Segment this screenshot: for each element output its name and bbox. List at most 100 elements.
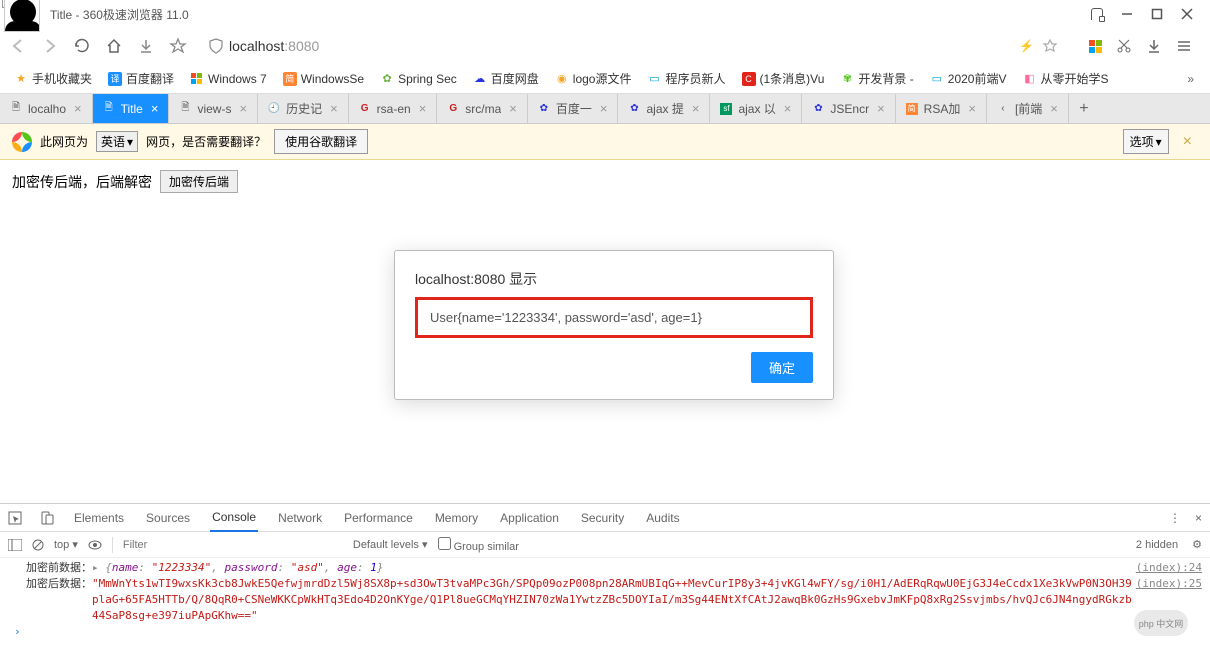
panel-toggle-icon[interactable] [1090, 7, 1104, 21]
encrypt-button[interactable]: 加密传后端 [160, 170, 238, 193]
devtools-close-icon[interactable]: × [1195, 511, 1202, 525]
apps-icon[interactable] [1089, 40, 1102, 53]
bilibili-icon: ▭ [930, 72, 944, 86]
bookmark-item[interactable]: ▭2020前端V [924, 67, 1013, 91]
stop-download-button[interactable] [136, 36, 156, 56]
forward-button[interactable] [40, 36, 60, 56]
chevron-icon: ‹ [997, 103, 1009, 115]
close-button[interactable] [1180, 7, 1194, 21]
devtools-tab-console[interactable]: Console [210, 504, 258, 532]
devtools-tab-performance[interactable]: Performance [342, 504, 415, 532]
tab[interactable]: sfajax 以× [710, 94, 802, 123]
home-button[interactable] [104, 36, 124, 56]
devtools-tab-security[interactable]: Security [579, 504, 626, 532]
page-heading: 加密传后端，后端解密 [12, 172, 152, 192]
clear-console-icon[interactable] [32, 539, 44, 551]
tab-close-icon[interactable]: × [784, 101, 792, 116]
devtools-tab-memory[interactable]: Memory [433, 504, 480, 532]
bookmark-item[interactable]: ☁百度网盘 [467, 67, 545, 91]
maximize-button[interactable] [1150, 7, 1164, 21]
tab-close-icon[interactable]: × [151, 101, 159, 116]
baidu-icon: ✿ [628, 103, 640, 115]
tab[interactable]: Gsrc/ma× [437, 94, 528, 123]
bookmark-item[interactable]: ▭程序员新人 [642, 67, 732, 91]
tab-close-icon[interactable]: × [600, 101, 608, 116]
tab[interactable]: 🗎localho× [0, 94, 93, 123]
download-icon[interactable] [1146, 38, 1162, 54]
bookmark-item[interactable]: Windows 7 [184, 67, 273, 91]
bookmark-item[interactable]: ★手机收藏夹 [8, 67, 98, 91]
reload-button[interactable] [72, 36, 92, 56]
console-output: 加密前数据： ▸ {name: "1223334", password: "as… [0, 558, 1210, 642]
tab[interactable]: ✿JSEncr× [802, 94, 895, 123]
new-tab-button[interactable]: + [1069, 94, 1099, 123]
devtools-tab-audits[interactable]: Audits [644, 504, 681, 532]
tab-label: Title [121, 102, 143, 116]
bookmark-item[interactable]: ✾开发背景 - [834, 67, 919, 91]
profile-avatar[interactable]: 社 [4, 0, 40, 32]
tab-close-icon[interactable]: × [692, 101, 700, 116]
tab-close-icon[interactable]: × [239, 101, 247, 116]
devtools-tab-network[interactable]: Network [276, 504, 324, 532]
devtools-more-icon[interactable]: ⋮ [1169, 511, 1181, 525]
translate-close-icon[interactable]: × [1177, 133, 1198, 151]
language-select[interactable]: 英语▾ [96, 131, 138, 152]
tab[interactable]: 🕘历史记× [258, 94, 349, 123]
group-similar-checkbox[interactable]: Group similar [438, 537, 519, 553]
tab-close-icon[interactable]: × [968, 101, 976, 116]
baidu-icon: ☁ [473, 72, 487, 86]
inspect-icon[interactable] [8, 511, 22, 525]
tab[interactable]: 🗎view-s× [169, 94, 258, 123]
context-select[interactable]: top ▾ [54, 538, 78, 551]
tab[interactable]: 🗎Title× [93, 94, 170, 123]
device-icon[interactable] [40, 511, 54, 525]
source-link[interactable]: (index):25 [1136, 576, 1202, 592]
bookmark-item[interactable]: ◉logo源文件 [549, 67, 638, 91]
bookmark-item[interactable]: 译百度翻译 [102, 67, 180, 91]
console-filter-input[interactable] [123, 539, 343, 551]
translate-button[interactable]: 使用谷歌翻译 [274, 129, 368, 154]
source-link[interactable]: (index):24 [1136, 560, 1202, 576]
bookmark-item[interactable]: C(1条消息)Vu [736, 67, 831, 91]
devtools-tab-application[interactable]: Application [498, 504, 561, 532]
lightning-icon[interactable]: ⚡ [1019, 39, 1034, 53]
minimize-button[interactable] [1120, 7, 1134, 21]
tab-close-icon[interactable]: × [330, 101, 338, 116]
scissors-icon[interactable] [1116, 38, 1132, 54]
dialog-ok-button[interactable]: 确定 [751, 352, 813, 383]
favorite-button[interactable] [168, 36, 188, 56]
tab[interactable]: ‹[前端× [987, 94, 1069, 123]
tab-label: ajax 以 [738, 100, 775, 117]
tab-close-icon[interactable]: × [1050, 101, 1058, 116]
tab-close-icon[interactable]: × [877, 101, 885, 116]
hidden-count[interactable]: 2 hidden [1136, 539, 1178, 551]
bookmark-star-icon[interactable] [1042, 38, 1058, 54]
tab[interactable]: ✿百度一× [528, 94, 619, 123]
translate-icon: 译 [108, 72, 122, 86]
bookmark-item[interactable]: ◧从零开始学S [1016, 67, 1114, 91]
devtools-tab-elements[interactable]: Elements [72, 504, 126, 532]
history-icon: 🕘 [268, 103, 280, 115]
back-button[interactable] [8, 36, 28, 56]
baidu-icon: ✿ [812, 103, 824, 115]
console-prompt[interactable]: › [8, 624, 1202, 640]
levels-select[interactable]: Default levels ▾ [353, 538, 428, 551]
live-expression-icon[interactable] [88, 540, 102, 550]
bookmarks-overflow[interactable]: » [1179, 72, 1202, 86]
console-sidebar-icon[interactable] [8, 539, 22, 551]
tab[interactable]: Grsa-en× [349, 94, 438, 123]
devtools-tab-sources[interactable]: Sources [144, 504, 192, 532]
console-settings-icon[interactable]: ⚙ [1192, 538, 1202, 551]
tab[interactable]: ✿ajax 提× [618, 94, 710, 123]
bookmark-item[interactable]: 简WindowsSe [277, 67, 370, 91]
tab[interactable]: 简RSA加× [896, 94, 987, 123]
console-object[interactable]: ▸ {name: "1223334", password: "asd", age… [92, 560, 383, 576]
translate-options-button[interactable]: 选项▾ [1123, 129, 1169, 154]
bookmark-item[interactable]: ✿Spring Sec [374, 67, 463, 91]
menu-icon[interactable] [1176, 38, 1192, 54]
translate-post-text: 网页，是否需要翻译？ [146, 133, 266, 150]
tab-close-icon[interactable]: × [74, 101, 82, 116]
tab-close-icon[interactable]: × [419, 101, 427, 116]
address-bar[interactable]: localhost:8080 ⚡ [200, 32, 1067, 60]
tab-close-icon[interactable]: × [509, 101, 517, 116]
